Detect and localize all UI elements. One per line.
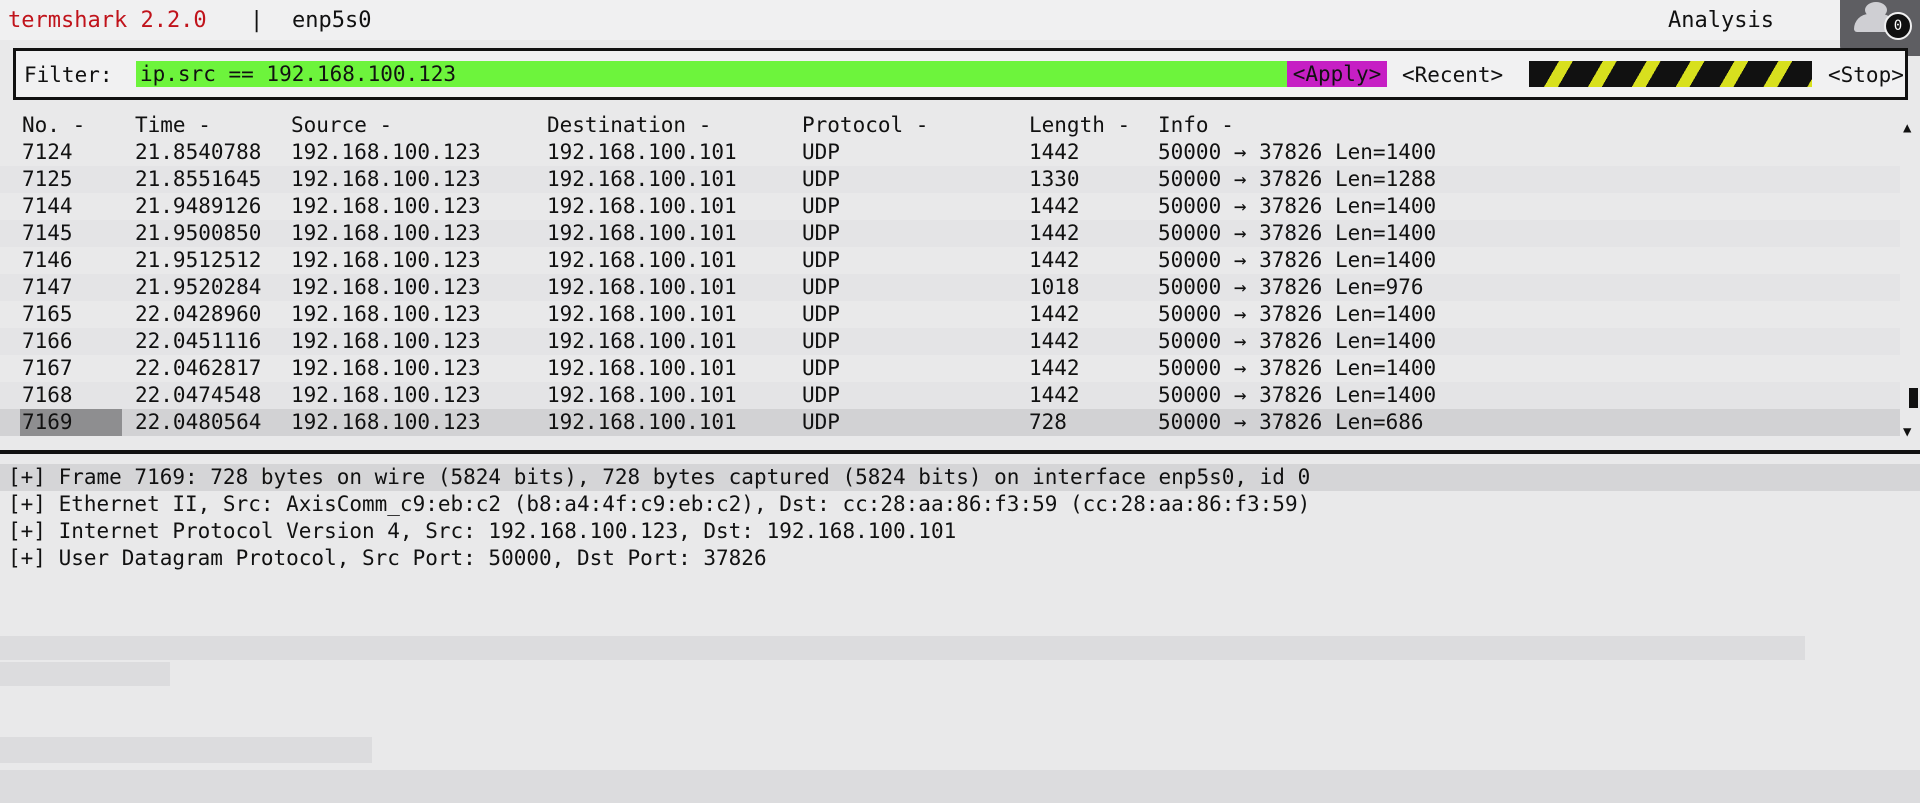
detail-row-udp[interactable]: [+] User Datagram Protocol, Src Port: 50…: [0, 545, 1920, 572]
filter-input[interactable]: ip.src == 192.168.100.123: [136, 61, 1287, 87]
interface-name: enp5s0: [292, 8, 372, 33]
stop-button[interactable]: <Stop>: [1828, 63, 1904, 87]
pane-divider[interactable]: [0, 450, 1920, 454]
filter-bar: Filter: ip.src == 192.168.100.123 <Apply…: [13, 48, 1908, 100]
apply-button[interactable]: <Apply>: [1287, 61, 1387, 87]
detail-row-ethernet[interactable]: [+] Ethernet II, Src: AxisComm_c9:eb:c2 …: [0, 491, 1920, 518]
packet-row-selected[interactable]: 7169 22.0480564 192.168.100.123 192.168.100…: [0, 409, 1900, 436]
packet-row[interactable]: 7167 22.0462817 192.168.100.123 192.168.100…: [0, 355, 1900, 382]
packet-row[interactable]: 7145 21.9500850 192.168.100.123 192.168.100…: [0, 220, 1900, 247]
column-header-destination[interactable]: Destination -: [547, 112, 711, 139]
filter-label: Filter:: [24, 63, 113, 87]
column-header-source[interactable]: Source -: [291, 112, 392, 139]
column-header-info[interactable]: Info -: [1158, 112, 1234, 139]
column-header-protocol[interactable]: Protocol -: [802, 112, 928, 139]
packet-list-header: No. - Time - Source - Destination - Prot…: [0, 112, 1900, 139]
analysis-menu[interactable]: Analysis: [1668, 8, 1774, 33]
packet-row[interactable]: 7147 21.9520284 192.168.100.123 192.168.100…: [0, 274, 1900, 301]
column-header-length[interactable]: Length -: [1029, 112, 1130, 139]
packet-list[interactable]: No. - Time - Source - Destination - Prot…: [0, 112, 1920, 454]
title-bar: termshark 2.2.0 | enp5s0 Analysis: [0, 0, 1920, 40]
packet-row[interactable]: 7124 21.8540788 192.168.100.123 192.168.100…: [0, 139, 1900, 166]
recent-button[interactable]: <Recent>: [1402, 63, 1503, 87]
packet-row[interactable]: 7125 21.8551645 192.168.100.123 192.168.100…: [0, 166, 1900, 193]
packet-row[interactable]: 7165 22.0428960 192.168.100.123 192.168.100…: [0, 301, 1900, 328]
column-header-no[interactable]: No. -: [22, 112, 85, 139]
packet-row[interactable]: 7146 21.9512512 192.168.100.123 192.168.100…: [0, 247, 1900, 274]
notification-badge: 0: [1884, 12, 1912, 40]
scroll-up-arrow-icon[interactable]: ▲: [1903, 120, 1911, 136]
title-separator: |: [250, 8, 264, 33]
packet-list-scrollbar[interactable]: ▲ ▼: [1900, 120, 1920, 440]
capture-progress-bar: [1529, 61, 1812, 87]
packet-row[interactable]: 7144 21.9489126 192.168.100.123 192.168.100…: [0, 193, 1900, 220]
scrollbar-thumb[interactable]: [1909, 388, 1918, 408]
detail-row-frame[interactable]: [+] Frame 7169: 728 bytes on wire (5824 …: [0, 464, 1920, 491]
packet-row[interactable]: 7168 22.0474548 192.168.100.123 192.168.100…: [0, 382, 1900, 409]
scroll-down-arrow-icon[interactable]: ▼: [1903, 424, 1911, 440]
column-header-time[interactable]: Time -: [135, 112, 211, 139]
hex-view-blurred: [0, 636, 1805, 660]
detail-row-ip[interactable]: [+] Internet Protocol Version 4, Src: 19…: [0, 518, 1920, 545]
app-title: termshark 2.2.0: [8, 8, 207, 33]
packet-row[interactable]: 7166 22.0451116 192.168.100.123 192.168.100…: [0, 328, 1900, 355]
